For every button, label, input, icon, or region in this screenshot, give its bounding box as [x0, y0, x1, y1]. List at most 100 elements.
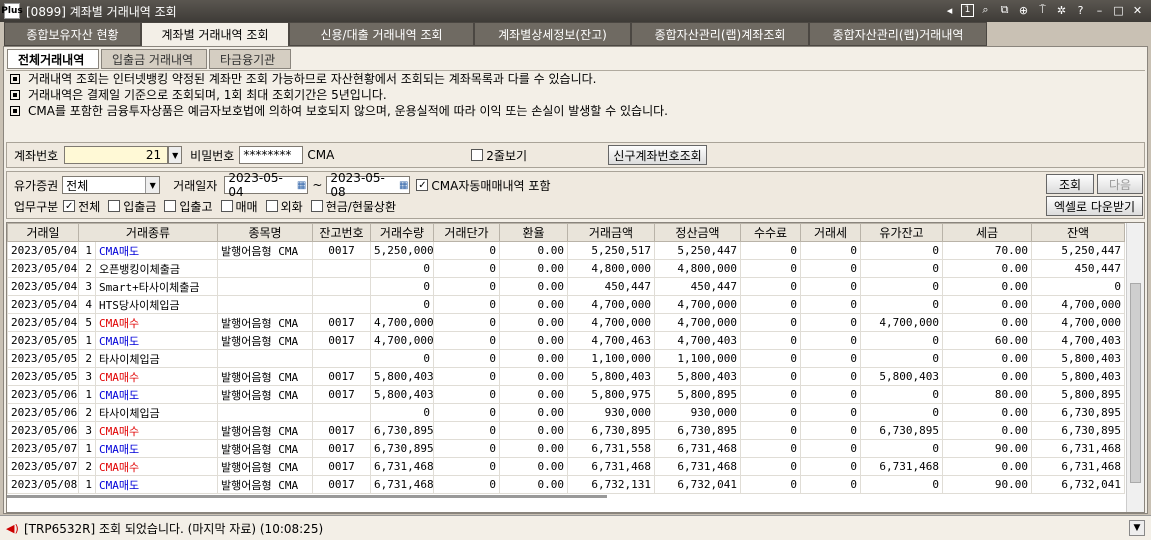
- option-transfer-checkbox[interactable]: [164, 200, 177, 212]
- cell-date: 2023/05/06: [7, 385, 79, 404]
- col-header[interactable]: 거래세: [800, 223, 862, 242]
- table-row[interactable]: 2023/05/05 1 CMA매도 발행어음형 CMA 0017 4,700,000 0 0…: [7, 331, 1126, 350]
- cell-tax: 0.00: [942, 421, 1033, 440]
- zoom-icon[interactable]: ⊕: [1016, 2, 1031, 18]
- table-row[interactable]: 2023/05/07 2 CMA매수 발행어음형 CMA 0017 6,731,468 0 0…: [7, 457, 1126, 476]
- vertical-scrollbar[interactable]: [1126, 223, 1144, 512]
- col-header[interactable]: 유가잔고: [860, 223, 944, 242]
- close-icon[interactable]: ✕: [1130, 2, 1145, 18]
- table-row[interactable]: 2023/05/05 3 CMA매수 발행어음형 CMA 0017 5,800,403 0 0…: [7, 367, 1126, 386]
- col-header[interactable]: 세금: [942, 223, 1033, 242]
- cell-item: 발행어음형 CMA: [217, 331, 314, 350]
- col-header[interactable]: 환율: [499, 223, 569, 242]
- option-fx-label: 외화: [280, 199, 303, 214]
- col-header[interactable]: 잔액: [1031, 223, 1126, 242]
- cell-balance: 5,250,447: [1031, 241, 1126, 260]
- cell-balance: 5,800,403: [1031, 367, 1126, 386]
- minimize-icon[interactable]: –: [1092, 2, 1107, 18]
- prev-arrow-icon[interactable]: ◂: [942, 2, 957, 18]
- chevron-down-icon[interactable]: ▼: [1129, 520, 1145, 536]
- table-row[interactable]: 2023/05/04 2 오픈뱅킹이체출금 0 0 0.00 4,800,000 4,800,…: [7, 259, 1126, 278]
- maximize-icon[interactable]: □: [1111, 2, 1126, 18]
- cell-no: 2: [78, 349, 96, 368]
- subtab-all-transactions[interactable]: 전체거래내역: [7, 49, 99, 69]
- table-row[interactable]: 2023/05/06 3 CMA매수 발행어음형 CMA 0017 6,730,895 0 0…: [7, 421, 1126, 440]
- cell-no: 1: [78, 385, 96, 404]
- cell-settle: 5,250,447: [654, 241, 742, 260]
- date-to-field[interactable]: 2023-05-08 ▦: [326, 171, 411, 199]
- cma-auto-checkbox[interactable]: ✓: [416, 179, 429, 191]
- settings-icon[interactable]: ✲: [1054, 2, 1069, 18]
- cell-qty: 0: [370, 259, 435, 278]
- col-header[interactable]: 거래일: [7, 223, 79, 242]
- page-number-box[interactable]: 1: [961, 3, 974, 17]
- cell-settle: 4,700,000: [654, 295, 742, 314]
- tab-account-transactions[interactable]: 계좌별 거래내역 조회: [141, 22, 289, 46]
- date-from-field[interactable]: 2023-05-04 ▦: [224, 171, 309, 199]
- tab-wrap-transactions[interactable]: 종합자산관리(랩)거래내역: [809, 22, 987, 46]
- option-all-checkbox[interactable]: ✓: [63, 200, 76, 212]
- cell-balance: 450,447: [1031, 259, 1126, 278]
- cell-qty: 6,731,468: [370, 457, 435, 476]
- horizontal-scrollbar[interactable]: [7, 495, 607, 498]
- table-row[interactable]: 2023/05/07 1 CMA매도 발행어음형 CMA 0017 6,730,895 0 0…: [7, 439, 1126, 458]
- col-header[interactable]: 거래단가: [433, 223, 501, 242]
- main-tab-bar: 종합보유자산 현황 계좌별 거래내역 조회 신용/대출 거래내역 조회 계좌별상…: [4, 22, 987, 46]
- cell-sec-bal: 0: [860, 385, 944, 404]
- account-number-field[interactable]: 21: [64, 146, 169, 164]
- link-icon[interactable]: ⧉: [997, 2, 1012, 18]
- transactions-table: 거래일 거래종류 종목명 잔고번호 거래수량 거래단가 환율 거래금액 정산금액…: [7, 223, 1126, 494]
- chevron-down-icon[interactable]: ▼: [168, 146, 183, 164]
- table-row[interactable]: 2023/05/06 2 타사이체입금 0 0 0.00 930,000 930,000 0 0 0…: [7, 403, 1126, 422]
- tab-credit-loan[interactable]: 신용/대출 거래내역 조회: [289, 22, 474, 46]
- col-header[interactable]: 수수료: [740, 223, 802, 242]
- two-line-checkbox[interactable]: [471, 149, 484, 161]
- subtab-deposit-withdrawal[interactable]: 입출금 거래내역: [101, 49, 207, 69]
- option-trade-checkbox[interactable]: [220, 200, 233, 212]
- col-header[interactable]: 거래수량: [370, 223, 435, 242]
- col-header[interactable]: 거래종류: [77, 223, 219, 242]
- option-deposit-checkbox[interactable]: [108, 200, 121, 212]
- cell-tax: 0.00: [942, 367, 1033, 386]
- table-row[interactable]: 2023/05/04 3 Smart+타사이체출금 0 0 0.00 450,447 450,…: [7, 277, 1126, 296]
- table-row[interactable]: 2023/05/08 1 CMA매도 발행어음형 CMA 0017 6,731,468 0 0…: [7, 475, 1126, 494]
- search-button[interactable]: 조회: [1046, 174, 1094, 194]
- securities-select[interactable]: 전체 ▼: [62, 176, 161, 194]
- option-fx-checkbox[interactable]: [265, 200, 278, 212]
- cell-bal-no: 0017: [312, 241, 372, 260]
- tab-account-detail[interactable]: 계좌별상세정보(잔고): [474, 22, 631, 46]
- tab-wrap-account[interactable]: 종합자산관리(랩)계좌조회: [631, 22, 809, 46]
- cell-amount: 930,000: [567, 403, 656, 422]
- search-icon[interactable]: ⌕: [978, 2, 993, 18]
- cell-tax: 0.00: [942, 457, 1033, 476]
- table-row[interactable]: 2023/05/04 1 CMA매도 발행어음형 CMA 0017 5,250,000 0 0…: [7, 241, 1126, 260]
- cell-type: CMA매도: [94, 439, 219, 458]
- chevron-down-icon[interactable]: ▼: [145, 177, 160, 193]
- pin-icon[interactable]: ⍑: [1035, 2, 1050, 18]
- col-header[interactable]: 잔고번호: [312, 223, 372, 242]
- table-row[interactable]: 2023/05/06 1 CMA매도 발행어음형 CMA 0017 5,800,403 0 0…: [7, 385, 1126, 404]
- cell-item: 발행어음형 CMA: [217, 439, 314, 458]
- window-title: [0899] 계좌별 거래내역 조회: [26, 4, 177, 19]
- col-header[interactable]: 종목명: [217, 223, 314, 242]
- next-button[interactable]: 다음: [1097, 174, 1143, 194]
- help-icon[interactable]: ?: [1073, 2, 1088, 18]
- cell-fee: 0: [740, 349, 802, 368]
- table-row[interactable]: 2023/05/04 5 CMA매수 발행어음형 CMA 0017 4,700,000 0 0…: [7, 313, 1126, 332]
- excel-download-button[interactable]: 엑셀로 다운받기: [1046, 196, 1143, 216]
- cell-price: 0: [433, 241, 501, 260]
- title-bar-tools: ◂ 1 ⌕ ⧉ ⊕ ⍑ ✲ ? – □ ✕: [942, 2, 1145, 18]
- new-account-lookup-button[interactable]: 신구계좌번호조회: [608, 145, 708, 165]
- col-header[interactable]: 정산금액: [654, 223, 742, 242]
- option-repay-checkbox[interactable]: [310, 200, 323, 212]
- table-row[interactable]: 2023/05/04 4 HTS당사이체입금 0 0 0.00 4,700,000 4,700…: [7, 295, 1126, 314]
- col-header[interactable]: 거래금액: [567, 223, 656, 242]
- calendar-icon[interactable]: ▦: [297, 180, 306, 191]
- table-row[interactable]: 2023/05/05 2 타사이체입금 0 0 0.00 1,100,000 1,100,00…: [7, 349, 1126, 368]
- subtab-other-institutions[interactable]: 타금융기관: [209, 49, 291, 69]
- cell-tax: 0.00: [942, 259, 1033, 278]
- tab-asset-status[interactable]: 종합보유자산 현황: [4, 22, 141, 46]
- password-field[interactable]: ********: [239, 146, 304, 164]
- scroll-thumb[interactable]: [1130, 283, 1141, 483]
- calendar-icon[interactable]: ▦: [399, 180, 408, 191]
